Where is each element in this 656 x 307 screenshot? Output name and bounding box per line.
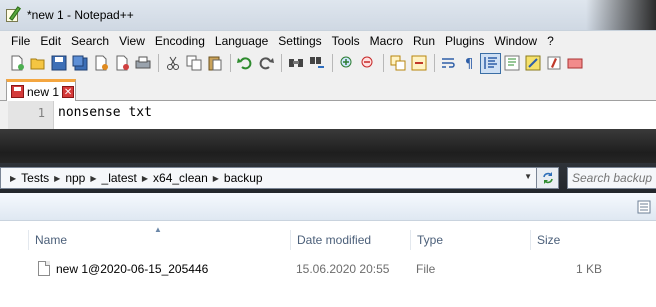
file-date-modified: 15.06.2020 20:55 bbox=[296, 262, 390, 276]
undo-icon[interactable] bbox=[235, 54, 254, 73]
close-all-icon[interactable] bbox=[112, 54, 131, 73]
open-file-icon[interactable] bbox=[28, 54, 47, 73]
paste-icon[interactable] bbox=[205, 54, 224, 73]
replace-icon[interactable] bbox=[307, 54, 326, 73]
desktop-gap bbox=[0, 129, 656, 163]
svg-text:¶: ¶ bbox=[465, 57, 473, 71]
editor-area[interactable]: 1 nonsense txt bbox=[0, 101, 656, 129]
breadcrumb[interactable]: ▶ Tests ▶ npp ▶ _latest ▶ x64_clean ▶ ba… bbox=[0, 167, 537, 189]
language-icon[interactable] bbox=[502, 54, 521, 73]
file-size: 1 KB bbox=[575, 262, 602, 276]
unsaved-file-icon bbox=[11, 85, 24, 98]
menu-bar: File Edit Search View Encoding Language … bbox=[0, 30, 656, 50]
file-icon bbox=[38, 261, 50, 276]
copy-icon[interactable] bbox=[184, 54, 203, 73]
menu-view[interactable]: View bbox=[114, 31, 150, 51]
breadcrumb-arrow-icon[interactable]: ▶ bbox=[10, 174, 16, 183]
search-input[interactable] bbox=[572, 171, 656, 185]
chevron-down-icon[interactable]: ▼ bbox=[524, 172, 532, 181]
menu-tools[interactable]: Tools bbox=[327, 31, 365, 51]
menu-window[interactable]: Window bbox=[489, 31, 542, 51]
indent-guide-icon[interactable] bbox=[480, 52, 501, 74]
file-type: File bbox=[416, 262, 436, 276]
breadcrumb-item[interactable]: backup bbox=[224, 171, 263, 185]
explorer-command-bar bbox=[0, 193, 656, 221]
word-wrap-icon[interactable] bbox=[439, 54, 458, 73]
menu-plugins[interactable]: Plugins bbox=[440, 31, 489, 51]
toolbar: ¶ bbox=[0, 50, 656, 76]
search-box[interactable] bbox=[567, 167, 656, 189]
bookmark-icon[interactable] bbox=[523, 54, 542, 73]
file-list: ▲ Name Date modified Type Size new 1@202… bbox=[0, 221, 656, 307]
document-tab-bar: new 1 ✕ bbox=[0, 76, 656, 101]
play-macro-icon[interactable] bbox=[565, 54, 584, 73]
line-number: 1 bbox=[8, 101, 54, 129]
menu-language[interactable]: Language bbox=[210, 31, 273, 51]
tab-new-1[interactable]: new 1 ✕ bbox=[6, 79, 76, 101]
menu-run[interactable]: Run bbox=[408, 31, 440, 51]
breadcrumb-arrow-icon[interactable]: ▶ bbox=[213, 174, 219, 183]
show-all-chars-icon[interactable]: ¶ bbox=[460, 54, 479, 73]
print-icon[interactable] bbox=[133, 54, 152, 73]
breadcrumb-item[interactable]: _latest bbox=[102, 171, 137, 185]
zoom-out-icon[interactable] bbox=[358, 54, 377, 73]
record-macro-icon[interactable] bbox=[544, 54, 563, 73]
save-icon[interactable] bbox=[49, 54, 68, 73]
notepad-title-bar: *new 1 - Notepad++ bbox=[0, 0, 656, 30]
menu-edit[interactable]: Edit bbox=[35, 31, 66, 51]
save-all-icon[interactable] bbox=[70, 54, 89, 73]
refresh-button[interactable] bbox=[537, 167, 559, 189]
redo-icon[interactable] bbox=[256, 54, 275, 73]
breadcrumb-item[interactable]: npp bbox=[65, 171, 85, 185]
menu-encoding[interactable]: Encoding bbox=[150, 31, 210, 51]
new-file-icon[interactable] bbox=[7, 54, 26, 73]
menu-file[interactable]: File bbox=[6, 31, 35, 51]
breadcrumb-arrow-icon[interactable]: ▶ bbox=[142, 174, 148, 183]
explorer-address-bar: ▶ Tests ▶ npp ▶ _latest ▶ x64_clean ▶ ba… bbox=[0, 163, 656, 193]
zoom-in-icon[interactable] bbox=[337, 54, 356, 73]
file-row[interactable]: new 1@2020-06-15_205446 15.06.2020 20:55… bbox=[34, 258, 656, 280]
sync-vertical-icon[interactable] bbox=[388, 54, 407, 73]
close-tab-icon[interactable]: ✕ bbox=[62, 85, 75, 98]
menu-search[interactable]: Search bbox=[66, 31, 114, 51]
column-header-type[interactable]: Type bbox=[410, 230, 530, 250]
code-line[interactable]: nonsense txt bbox=[58, 101, 152, 125]
menu-macro[interactable]: Macro bbox=[365, 31, 408, 51]
breadcrumb-item[interactable]: x64_clean bbox=[153, 171, 208, 185]
view-options-icon[interactable] bbox=[636, 199, 652, 215]
breadcrumb-arrow-icon[interactable]: ▶ bbox=[54, 174, 60, 183]
file-name[interactable]: new 1@2020-06-15_205446 bbox=[56, 258, 208, 280]
refresh-icon bbox=[542, 172, 553, 184]
close-icon[interactable] bbox=[91, 54, 110, 73]
breadcrumb-item[interactable]: Tests bbox=[21, 171, 49, 185]
menu-help[interactable]: ? bbox=[542, 31, 559, 51]
column-header-date-modified[interactable]: Date modified bbox=[290, 230, 410, 250]
cut-icon[interactable] bbox=[163, 54, 182, 73]
menu-settings[interactable]: Settings bbox=[273, 31, 326, 51]
tab-label: new 1 bbox=[27, 84, 60, 99]
notepad-app-icon[interactable] bbox=[5, 6, 21, 23]
sync-horizontal-icon[interactable] bbox=[409, 54, 428, 73]
column-header-name[interactable]: Name bbox=[28, 230, 290, 250]
breadcrumb-arrow-icon[interactable]: ▶ bbox=[90, 174, 96, 183]
window-title: *new 1 - Notepad++ bbox=[27, 8, 134, 22]
find-icon[interactable] bbox=[286, 54, 305, 73]
column-header-size[interactable]: Size bbox=[530, 230, 650, 250]
